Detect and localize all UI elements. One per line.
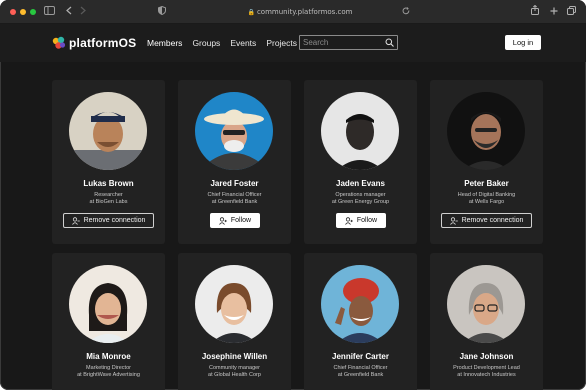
member-name[interactable]: Jane Johnson [430, 352, 543, 362]
follow-label: Follow [230, 217, 252, 224]
menu-item-projects[interactable]: Projects [266, 37, 297, 49]
privacy-shield-icon[interactable] [158, 5, 166, 19]
member-name[interactable]: Peter Baker [430, 179, 543, 189]
member-card: Jaden Evans Operations manager at Green … [304, 80, 417, 244]
logo-text: platformOS [69, 36, 137, 50]
member-card: Lukas Brown Researcher at BioGen Labs Re… [52, 80, 165, 244]
member-name[interactable]: Jennifer Carter [304, 352, 417, 362]
member-name[interactable]: Jared Foster [178, 179, 291, 189]
remove-connection-button[interactable]: Remove connection [441, 213, 532, 228]
user-remove-icon [71, 216, 80, 225]
follow-button[interactable]: Follow [336, 213, 386, 228]
remove-connection-button[interactable]: Remove connection [63, 213, 154, 228]
user-add-icon [345, 216, 353, 225]
minimize-window-button[interactable] [20, 9, 26, 15]
new-tab-icon[interactable] [550, 5, 558, 19]
member-organization: at BrightWave Advertising [77, 372, 140, 378]
follow-button[interactable]: Follow [210, 213, 260, 228]
member-organization: at Greenfield Bank [337, 372, 384, 378]
lock-icon: 🔒 [247, 9, 255, 16]
avatar[interactable] [321, 92, 399, 170]
follow-label: Follow [356, 217, 378, 224]
member-card: Jane Johnson Product Development Lead at… [430, 253, 543, 390]
member-name[interactable]: Josephine Willen [178, 352, 291, 362]
member-organization: at Green Energy Group [331, 199, 390, 205]
site-header: platformOS Members Groups Events Project… [0, 24, 586, 62]
avatar[interactable] [69, 265, 147, 343]
member-organization: at Global Health Corp [208, 372, 261, 378]
member-organization: at Innovatech Industries [457, 372, 516, 378]
avatar[interactable] [447, 265, 525, 343]
search-box [299, 35, 398, 50]
menu-item-events[interactable]: Events [230, 37, 256, 49]
platformos-logo[interactable]: platformOS [52, 33, 136, 53]
main-menu: Members Groups Events Projects [147, 37, 297, 49]
member-name[interactable]: Lukas Brown [52, 179, 165, 189]
back-arrow-icon[interactable] [66, 5, 72, 19]
member-organization: at BioGen Labs [89, 199, 128, 205]
remove-connection-label: Remove connection [461, 217, 524, 224]
member-card: Jared Foster Chief Financial Officer at … [178, 80, 291, 244]
avatar[interactable] [195, 92, 273, 170]
maximize-window-button[interactable] [30, 9, 36, 15]
logo-mark-icon [52, 36, 66, 50]
member-card: Peter Baker Head of Digital Banking at W… [430, 80, 543, 244]
user-add-icon [219, 216, 227, 225]
tab-overview-icon[interactable] [567, 5, 576, 19]
browser-toolbar: 🔒 community.platformos.com [0, 0, 586, 24]
member-organization: at Wells Fargo [468, 199, 505, 205]
avatar[interactable] [321, 265, 399, 343]
member-card: Jennifer Carter Chief Financial Officer … [304, 253, 417, 390]
forward-arrow-icon[interactable] [80, 5, 86, 19]
address-bar-text: community.platformos.com [256, 8, 353, 16]
member-organization: at Greenfield Bank [211, 199, 258, 205]
avatar[interactable] [69, 92, 147, 170]
login-button[interactable]: Log in [505, 35, 541, 50]
member-card: Josephine Willen Community manager at Gl… [178, 253, 291, 390]
avatar[interactable] [195, 265, 273, 343]
browser-window: 🔒 community.platformos.com platformOS Me… [0, 0, 586, 390]
menu-item-groups[interactable]: Groups [192, 37, 220, 49]
remove-connection-label: Remove connection [83, 217, 146, 224]
address-bar[interactable]: 🔒 community.platformos.com [230, 5, 370, 19]
member-card: Mia Monroe Marketing Director at BrightW… [52, 253, 165, 390]
avatar[interactable] [447, 92, 525, 170]
menu-item-members[interactable]: Members [147, 37, 182, 49]
sidebar-toggle-icon[interactable] [44, 5, 55, 19]
member-name[interactable]: Mia Monroe [52, 352, 165, 362]
search-icon[interactable] [385, 38, 394, 47]
search-input[interactable] [303, 37, 383, 48]
share-icon[interactable] [531, 4, 539, 19]
close-window-button[interactable] [10, 9, 16, 15]
user-remove-icon [449, 216, 458, 225]
member-name[interactable]: Jaden Evans [304, 179, 417, 189]
reload-icon[interactable] [402, 5, 410, 19]
